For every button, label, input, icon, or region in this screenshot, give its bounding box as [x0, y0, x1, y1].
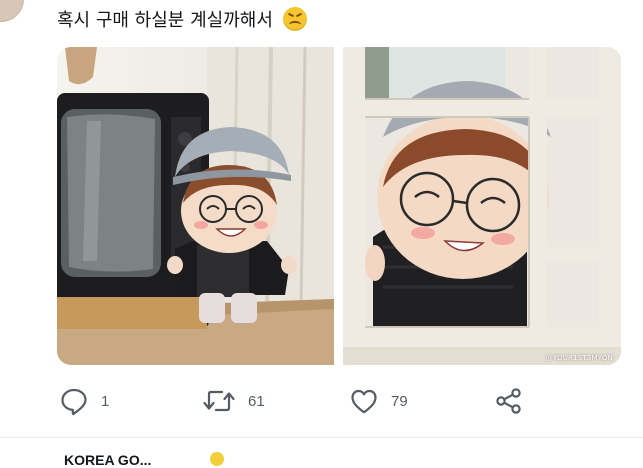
tweet-text-content: 혹시 구매 하실분 계실까해서 — [57, 10, 273, 31]
reply-icon — [59, 386, 89, 416]
share-button[interactable] — [494, 383, 524, 419]
plush-doll-window-image[interactable]: @YOUR1ST3MYON — [343, 47, 621, 365]
heart-icon — [349, 386, 379, 416]
retweet-button[interactable]: 61 — [202, 383, 265, 419]
author-avatar[interactable] — [0, 0, 24, 22]
confounded-face-emoji-icon — [282, 7, 307, 31]
reply-count: 1 — [101, 392, 110, 410]
verified-badge-icon — [210, 452, 224, 466]
tweet-text: 혹시 구매 하실분 계실까해서 — [57, 6, 307, 36]
tweet-divider — [0, 437, 643, 438]
tweet-action-bar: 1 61 79 — [57, 383, 537, 419]
photo-credit-watermark: @YOUR1ST3MYON — [545, 354, 613, 362]
next-tweet-author[interactable]: KOREA GO... — [64, 452, 151, 468]
like-button[interactable]: 79 — [349, 383, 408, 419]
retweet-count: 61 — [248, 392, 265, 410]
share-icon — [494, 386, 524, 416]
plush-doll-by-tv-image[interactable] — [57, 47, 334, 365]
reply-button[interactable]: 1 — [59, 383, 109, 419]
tweet-media[interactable]: @YOUR1ST3MYON — [57, 47, 621, 365]
like-count: 79 — [391, 392, 408, 410]
retweet-icon — [202, 386, 236, 416]
